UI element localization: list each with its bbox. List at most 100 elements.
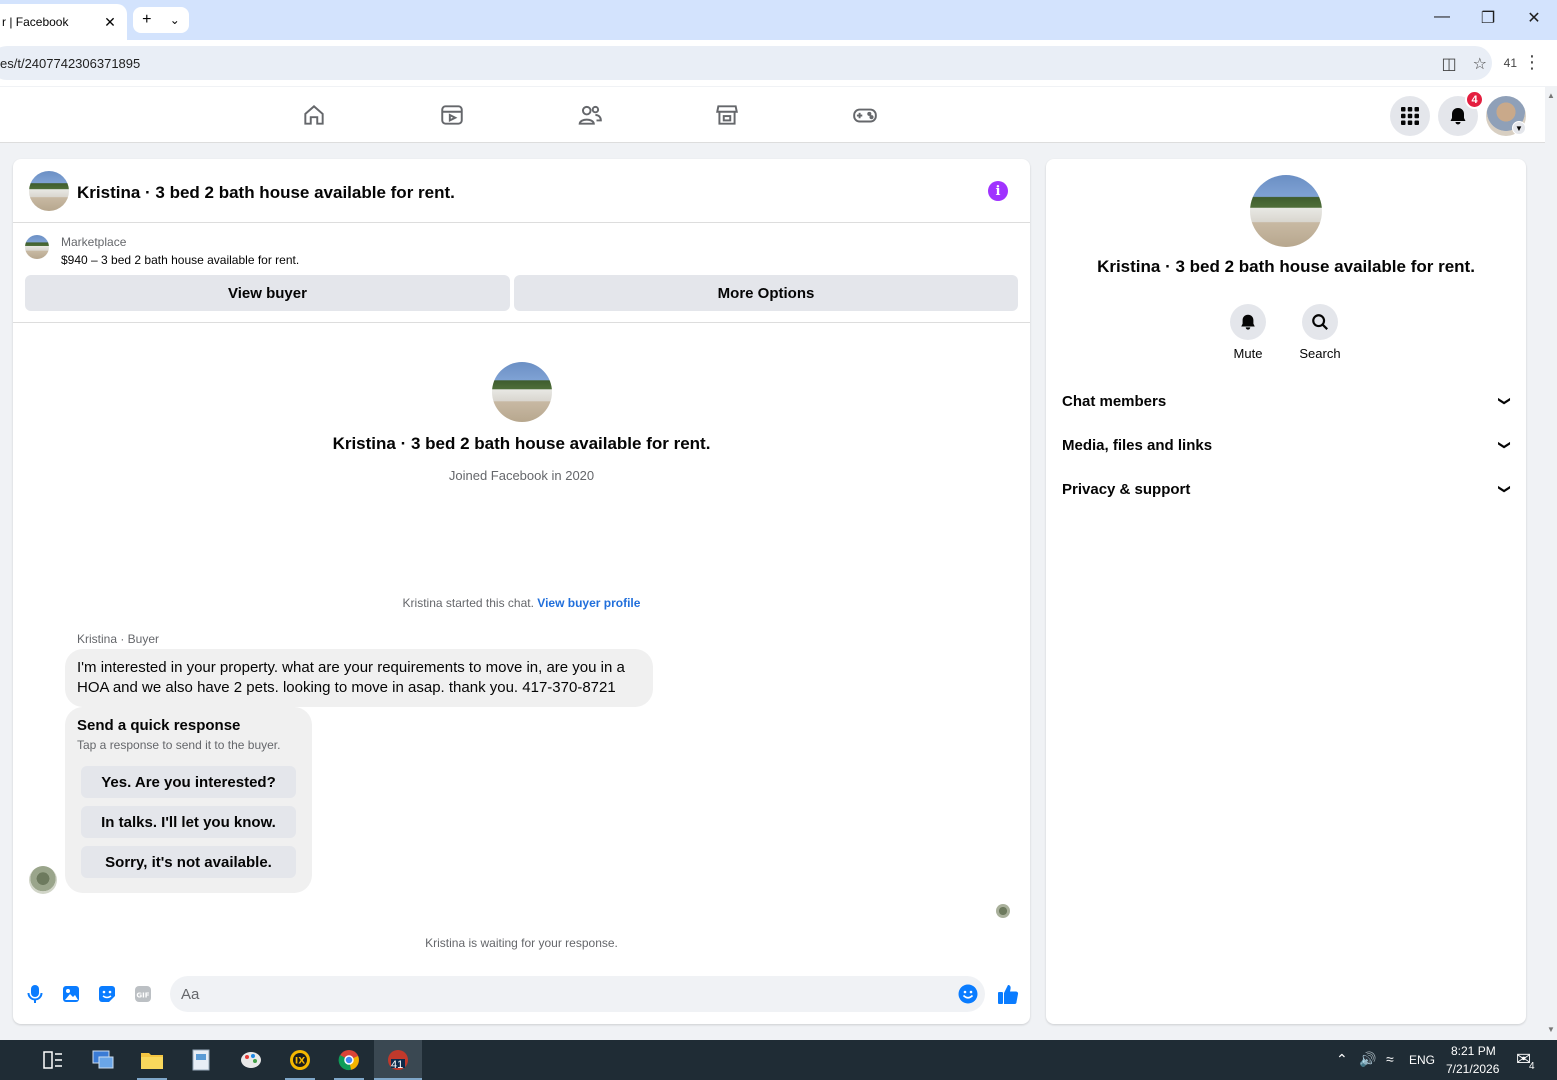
ix-app-icon[interactable]: IX xyxy=(285,1046,315,1074)
volume-icon[interactable]: 🔊 xyxy=(1359,1051,1376,1068)
windows-taskbar: IX 41 ⌃ 🔊 ≈ ENG 8:21 PM 7/21/2026 ✉ 4 xyxy=(0,1040,1557,1080)
section-label: Media, files and links xyxy=(1062,436,1213,454)
conversation-avatar[interactable] xyxy=(29,171,69,211)
more-options-button[interactable]: More Options xyxy=(514,275,1018,311)
message-input[interactable] xyxy=(170,976,985,1012)
started-text: Kristina started this chat. xyxy=(402,596,534,610)
new-tab-button[interactable]: + xyxy=(142,11,151,29)
page-scrollbar[interactable]: ▲ ▼ xyxy=(1545,87,1557,1039)
sticker-icon[interactable] xyxy=(97,984,117,1004)
chevron-down-icon: ❯ xyxy=(1497,439,1512,451)
bell-icon xyxy=(1450,108,1466,125)
friends-icon[interactable] xyxy=(576,101,604,129)
quick-response-not-available[interactable]: Sorry, it's not available. xyxy=(81,846,296,878)
chat-members-section[interactable]: Chat members ❯ xyxy=(1062,381,1512,421)
privacy-support-section[interactable]: Privacy & support ❯ xyxy=(1062,469,1512,509)
browser-toolbar: es/t/2407742306371895 ◫ ☆ 41 ⋮ xyxy=(0,40,1557,86)
svg-text:GIF: GIF xyxy=(136,992,149,1000)
chat-panel: Kristina · 3 bed 2 bath house available … xyxy=(13,159,1030,1024)
buyer-avatar[interactable] xyxy=(29,866,57,894)
address-bar[interactable]: es/t/2407742306371895 xyxy=(0,46,1492,80)
browser-tab-strip: r | Facebook ✕ + ⌄ — ❐ ✕ xyxy=(0,0,1557,40)
chevron-down-icon[interactable]: ▼ xyxy=(1512,121,1526,135)
clock-date[interactable]: 7/21/2026 xyxy=(1446,1062,1499,1076)
thumbs-up-icon[interactable] xyxy=(997,983,1019,1005)
section-label: Privacy & support xyxy=(1062,480,1191,498)
chrome-profile-icon[interactable] xyxy=(334,1046,364,1074)
quick-response-yes[interactable]: Yes. Are you interested? xyxy=(81,766,296,798)
wifi-icon[interactable]: ≈ xyxy=(1386,1051,1394,1067)
chat-intro: Kristina · 3 bed 2 bath house available … xyxy=(13,362,1030,483)
intro-name: Kristina · 3 bed 2 bath house available … xyxy=(332,434,711,453)
view-buyer-profile-link[interactable]: View buyer profile xyxy=(537,596,640,610)
action-center-count: 4 xyxy=(1529,1061,1535,1072)
restore-button[interactable]: ❐ xyxy=(1473,8,1503,28)
search-icon xyxy=(1312,314,1328,330)
chat-header: Kristina · 3 bed 2 bath house available … xyxy=(13,159,1030,223)
sender-name: Kristina · Buyer xyxy=(77,632,160,646)
quick-response-in-talks[interactable]: In talks. I'll let you know. xyxy=(81,806,296,838)
search-button[interactable]: Search xyxy=(1290,304,1350,361)
info-avatar[interactable] xyxy=(1250,175,1322,247)
view-buyer-button[interactable]: View buyer xyxy=(25,275,510,311)
chevron-up-icon[interactable]: ⌃ xyxy=(1336,1051,1348,1068)
notifications-button[interactable]: 4 xyxy=(1438,90,1484,136)
message-composer: GIF xyxy=(13,974,1030,1014)
media-files-links-section[interactable]: Media, files and links ❯ xyxy=(1062,425,1512,465)
intro-avatar xyxy=(491,362,552,422)
quick-response-subtitle: Tap a response to send it to the buyer. xyxy=(77,738,281,752)
listing-title[interactable]: $940 – 3 bed 2 bath house available for … xyxy=(61,253,299,267)
file-explorer-icon[interactable] xyxy=(137,1046,167,1074)
document-app-icon[interactable] xyxy=(186,1046,216,1074)
url-text: es/t/2407742306371895 xyxy=(0,55,141,71)
marketplace-label: Marketplace xyxy=(61,235,127,249)
new-tab-group: + ⌄ xyxy=(133,7,189,33)
marketplace-icon[interactable] xyxy=(713,101,741,129)
photo-icon[interactable] xyxy=(61,984,81,1004)
listing-thumbnail[interactable] xyxy=(25,235,49,259)
mute-label: Mute xyxy=(1233,346,1263,361)
remote-desktop-icon[interactable] xyxy=(88,1046,118,1074)
language-indicator[interactable]: ENG xyxy=(1409,1053,1435,1067)
minimize-button[interactable]: — xyxy=(1427,8,1457,26)
chrome-badge-count: 41 xyxy=(391,1059,404,1071)
bookmark-star-icon[interactable]: ☆ xyxy=(1473,54,1487,74)
notification-badge: 4 xyxy=(1465,90,1484,109)
svg-text:IX: IX xyxy=(295,1057,305,1067)
tab-close-icon[interactable]: ✕ xyxy=(99,14,121,31)
info-icon[interactable]: i xyxy=(988,181,1008,201)
chat-title[interactable]: Kristina · 3 bed 2 bath house available … xyxy=(77,183,455,203)
tab-title: r | Facebook xyxy=(2,15,69,29)
paint-app-icon[interactable] xyxy=(236,1046,266,1074)
message-bubble[interactable]: I'm interested in your property. what ar… xyxy=(65,649,653,707)
seen-indicator-avatar xyxy=(996,904,1010,918)
search-label: Search xyxy=(1299,346,1341,361)
joined-text: Joined Facebook in 2020 xyxy=(448,468,595,483)
task-view-icon[interactable] xyxy=(38,1046,68,1074)
home-icon[interactable] xyxy=(300,101,328,129)
mute-button[interactable]: Mute xyxy=(1218,304,1278,361)
scroll-up-icon[interactable]: ▲ xyxy=(1547,91,1555,100)
conversation-info-panel: Kristina · 3 bed 2 bath house available … xyxy=(1046,159,1526,1024)
browser-tab[interactable]: r | Facebook ✕ xyxy=(0,4,127,40)
scroll-down-icon[interactable]: ▼ xyxy=(1547,1025,1555,1034)
section-label: Chat members xyxy=(1062,392,1167,410)
microphone-icon[interactable] xyxy=(25,984,45,1004)
install-app-icon[interactable]: ◫ xyxy=(1442,54,1457,74)
video-icon[interactable] xyxy=(438,101,466,129)
bell-icon xyxy=(1241,314,1255,330)
close-window-button[interactable]: ✕ xyxy=(1519,8,1549,28)
chevron-down-icon: ❯ xyxy=(1497,483,1512,495)
menu-grid-button[interactable] xyxy=(1390,96,1430,136)
browser-menu-icon[interactable]: ⋮ xyxy=(1523,52,1541,73)
tab-search-button[interactable]: ⌄ xyxy=(170,13,180,27)
gaming-icon[interactable] xyxy=(851,101,879,129)
extension-count[interactable]: 41 xyxy=(1504,56,1517,70)
clock-time[interactable]: 8:21 PM xyxy=(1451,1044,1496,1058)
gif-icon[interactable]: GIF xyxy=(133,984,153,1004)
quick-response-card: Send a quick response Tap a response to … xyxy=(65,707,312,893)
emoji-icon[interactable] xyxy=(958,984,978,1004)
marketplace-listing: Marketplace $940 – 3 bed 2 bath house av… xyxy=(13,223,1030,323)
grid-icon xyxy=(1401,107,1419,125)
quick-response-title: Send a quick response xyxy=(77,717,241,734)
